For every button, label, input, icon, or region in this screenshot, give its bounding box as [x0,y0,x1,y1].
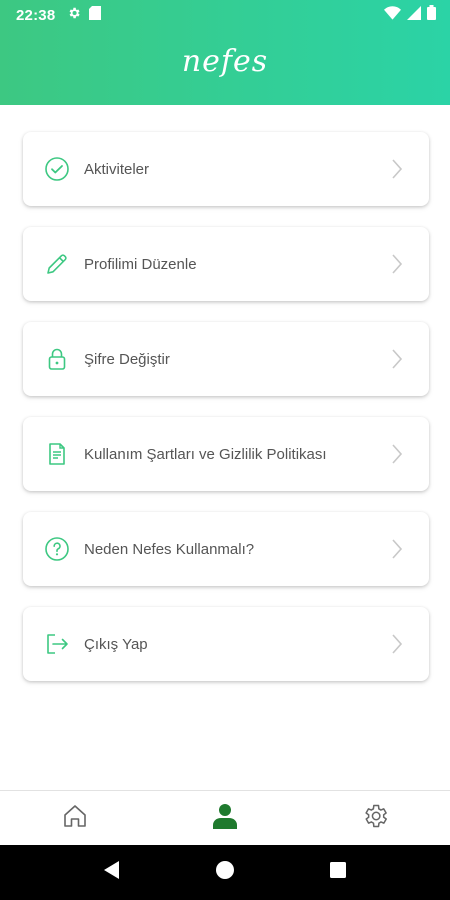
back-icon [103,860,121,885]
check-circle-icon [44,156,70,182]
document-icon [44,441,70,467]
recents-button[interactable] [318,853,358,893]
chevron-right-icon [389,251,405,277]
menu-item-change-password[interactable]: Şifre Değiştir [23,322,429,396]
home-icon [61,802,89,835]
nav-profile[interactable] [195,793,255,843]
menu-item-label: Kullanım Şartları ve Gizlilik Politikası [84,445,327,463]
menu-item-aktiviteler[interactable]: Aktiviteler [23,132,429,206]
app-logo: nefes [181,44,269,79]
nav-home[interactable] [45,793,105,843]
app-header: 22:38 nefes [0,0,450,105]
menu-item-logout[interactable]: Çıkış Yap [23,607,429,681]
status-bar: 22:38 [0,0,450,30]
gear-icon [67,6,81,25]
menu-item-terms-privacy[interactable]: Kullanım Şartları ve Gizlilik Politikası [23,417,429,491]
menu-item-label: Aktiviteler [84,160,150,178]
battery-icon [427,5,436,25]
wifi-icon [384,5,401,25]
status-time: 22:38 [16,6,56,24]
pencil-icon [44,251,70,277]
settings-icon [361,802,389,835]
user-icon [212,802,238,835]
system-navigation-bar [0,845,450,900]
menu-item-edit-profile[interactable]: Profilimi Düzenle [23,227,429,301]
chevron-right-icon [389,441,405,467]
lock-icon [44,346,70,372]
cell-signal-icon [407,5,421,25]
chevron-right-icon [389,631,405,657]
menu-item-label: Neden Nefes Kullanmalı? [84,540,255,558]
menu-item-label: Profilimi Düzenle [84,255,197,273]
profile-menu: Aktiviteler Profilimi Düzenle Şifre Deği… [23,132,429,702]
home-circle-icon [215,860,235,885]
chevron-right-icon [389,346,405,372]
menu-item-label: Şifre Değiştir [84,350,170,368]
logout-icon [44,631,70,657]
recents-icon [329,861,347,884]
menu-item-label: Çıkış Yap [84,635,148,653]
menu-item-why-nefes[interactable]: Neden Nefes Kullanmalı? [23,512,429,586]
chevron-right-icon [389,156,405,182]
question-circle-icon [44,536,70,562]
sd-card-icon [89,5,102,25]
back-button[interactable] [92,853,132,893]
nav-settings[interactable] [345,793,405,843]
bottom-navigation [0,790,450,845]
home-button[interactable] [205,853,245,893]
chevron-right-icon [389,536,405,562]
